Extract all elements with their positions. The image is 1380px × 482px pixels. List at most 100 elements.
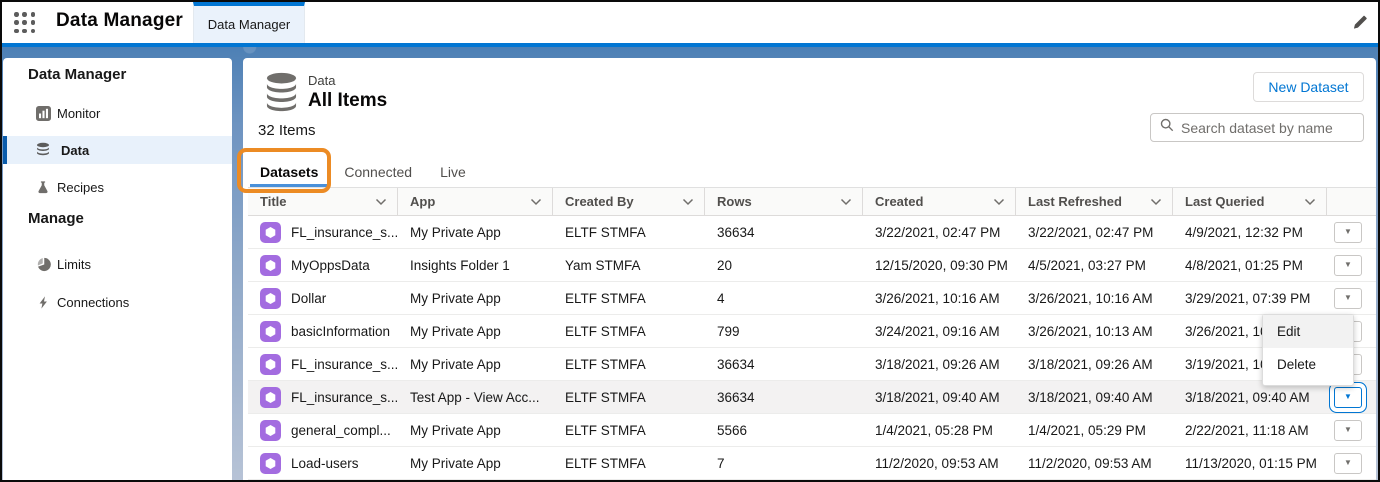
row-actions-dropdown-button[interactable]: ▼ <box>1334 222 1362 243</box>
cell-rows: 36634 <box>705 381 863 413</box>
row-actions-dropdown-button[interactable]: ▼ <box>1334 420 1362 441</box>
cell-created-by: ELTF STMFA <box>553 282 705 314</box>
dataset-icon <box>260 453 281 474</box>
sidebar-manage-heading: Manage <box>28 210 84 227</box>
nav-tab-data-manager[interactable]: Data Manager <box>193 2 305 43</box>
cell-created: 3/26/2021, 10:16 AM <box>863 282 1016 314</box>
cell-created: 11/2/2020, 09:53 AM <box>863 447 1016 479</box>
table-row[interactable]: Dollar My Private App ELTF STMFA 4 3/26/… <box>248 282 1376 315</box>
search-box[interactable] <box>1150 113 1364 142</box>
row-actions-dropdown-button[interactable]: ▼ <box>1334 453 1362 474</box>
cell-created: 3/18/2021, 09:26 AM <box>863 348 1016 380</box>
cell-rows: 36634 <box>705 348 863 380</box>
stage-background: Data Manager Monitor Data Recipes Man <box>2 47 1378 482</box>
edit-pencil-icon[interactable] <box>1351 13 1369 31</box>
cell-title: FL_insurance_s... <box>248 381 398 413</box>
cell-last-queried: 3/29/2021, 07:39 PM <box>1173 282 1327 314</box>
row-actions-dropdown-button[interactable]: ▼ <box>1334 387 1362 408</box>
dataset-icon <box>260 354 281 375</box>
cell-title: Load-users <box>248 447 398 479</box>
chevron-down-icon <box>1304 198 1316 206</box>
database-icon <box>35 142 51 158</box>
cell-title: basicInformation <box>248 315 398 347</box>
table-row[interactable]: FL_insurance_s... My Private App ELTF ST… <box>248 216 1376 249</box>
cell-rows: 799 <box>705 315 863 347</box>
page-title: All Items <box>308 90 387 112</box>
table-header-row: Title App Created By Rows Created Last R… <box>248 187 1376 216</box>
tab-label: Connected <box>344 164 412 180</box>
table-row[interactable]: FL_insurance_s... Test App - View Acc...… <box>248 381 1376 414</box>
cell-app: My Private App <box>398 447 553 479</box>
new-dataset-button[interactable]: New Dataset <box>1253 72 1364 102</box>
cell-title: MyOppsData <box>248 249 398 281</box>
cell-rows: 36634 <box>705 216 863 248</box>
column-header-title[interactable]: Title <box>248 188 398 215</box>
tab-datasets[interactable]: Datasets <box>248 156 330 187</box>
sidebar-item-label: Recipes <box>57 180 104 195</box>
tab-live[interactable]: Live <box>426 156 480 187</box>
menu-item-edit[interactable]: Edit <box>1263 315 1353 348</box>
tab-connected[interactable]: Connected <box>330 156 426 187</box>
column-header-last-refreshed[interactable]: Last Refreshed <box>1016 188 1173 215</box>
cell-app: My Private App <box>398 414 553 446</box>
cell-created: 3/24/2021, 09:16 AM <box>863 315 1016 347</box>
dataset-icon <box>260 288 281 309</box>
cell-last-refreshed: 3/18/2021, 09:40 AM <box>1016 381 1173 413</box>
app-launcher-icon[interactable] <box>14 12 36 34</box>
cell-last-queried: 4/9/2021, 12:32 PM <box>1173 216 1327 248</box>
cell-app: My Private App <box>398 282 553 314</box>
column-header-created[interactable]: Created <box>863 188 1016 215</box>
sidebar-item-limits[interactable]: Limits <box>3 250 232 278</box>
main-panel: Data All Items 32 Items New Dataset Data… <box>243 58 1376 482</box>
sidebar-item-data[interactable]: Data <box>3 136 232 164</box>
item-count: 32 Items <box>258 122 316 139</box>
row-actions-dropdown-button[interactable]: ▼ <box>1334 255 1362 276</box>
cell-last-queried: 4/8/2021, 01:25 PM <box>1173 249 1327 281</box>
column-header-created-by[interactable]: Created By <box>553 188 705 215</box>
search-icon <box>1160 118 1174 137</box>
cell-created: 3/22/2021, 02:47 PM <box>863 216 1016 248</box>
column-header-app[interactable]: App <box>398 188 553 215</box>
cell-rows: 20 <box>705 249 863 281</box>
bar-chart-icon <box>35 105 51 121</box>
cell-title: FL_insurance_s... <box>248 348 398 380</box>
sidebar-item-monitor[interactable]: Monitor <box>3 99 232 127</box>
screenshot-frame: Data Manager Data Manager Data Manager M… <box>0 0 1380 482</box>
tab-label: Live <box>440 164 466 180</box>
app-title: Data Manager <box>56 10 183 32</box>
table-row[interactable]: FL_insurance_s... My Private App ELTF ST… <box>248 348 1376 381</box>
dataset-icon <box>260 420 281 441</box>
nav-tab-label: Data Manager <box>208 17 290 32</box>
chevron-down-icon <box>375 198 387 206</box>
cell-last-refreshed: 3/18/2021, 09:26 AM <box>1016 348 1173 380</box>
sidebar-item-connections[interactable]: Connections <box>3 288 232 316</box>
menu-item-delete[interactable]: Delete <box>1263 348 1353 381</box>
lightning-icon <box>35 294 51 310</box>
column-header-rows[interactable]: Rows <box>705 188 863 215</box>
table-row[interactable]: Load-users My Private App ELTF STMFA 7 1… <box>248 447 1376 480</box>
table-row[interactable]: general_compl... My Private App ELTF STM… <box>248 414 1376 447</box>
cell-created-by: ELTF STMFA <box>553 414 705 446</box>
cell-app: My Private App <box>398 216 553 248</box>
dataset-icon <box>260 255 281 276</box>
cell-last-queried: 2/22/2021, 11:18 AM <box>1173 414 1327 446</box>
cell-rows: 5566 <box>705 414 863 446</box>
cell-created: 1/4/2021, 05:28 PM <box>863 414 1016 446</box>
row-actions-dropdown-button[interactable]: ▼ <box>1334 288 1362 309</box>
chevron-down-icon <box>840 198 852 206</box>
table-row[interactable]: basicInformation My Private App ELTF STM… <box>248 315 1376 348</box>
search-input[interactable] <box>1181 120 1351 136</box>
tab-label: Datasets <box>260 164 318 180</box>
cell-actions: ▼ <box>1327 447 1369 479</box>
cell-title: FL_insurance_s... <box>248 216 398 248</box>
cell-last-refreshed: 3/26/2021, 10:13 AM <box>1016 315 1173 347</box>
sidebar-item-label: Limits <box>57 257 91 272</box>
cell-created-by: ELTF STMFA <box>553 315 705 347</box>
cell-created-by: Yam STMFA <box>553 249 705 281</box>
data-entity-icon <box>263 72 300 117</box>
sidebar-item-label: Connections <box>57 295 129 310</box>
column-header-last-queried[interactable]: Last Queried <box>1173 188 1327 215</box>
cell-last-refreshed: 3/26/2021, 10:16 AM <box>1016 282 1173 314</box>
sidebar-item-recipes[interactable]: Recipes <box>3 173 232 201</box>
table-row[interactable]: MyOppsData Insights Folder 1 Yam STMFA 2… <box>248 249 1376 282</box>
